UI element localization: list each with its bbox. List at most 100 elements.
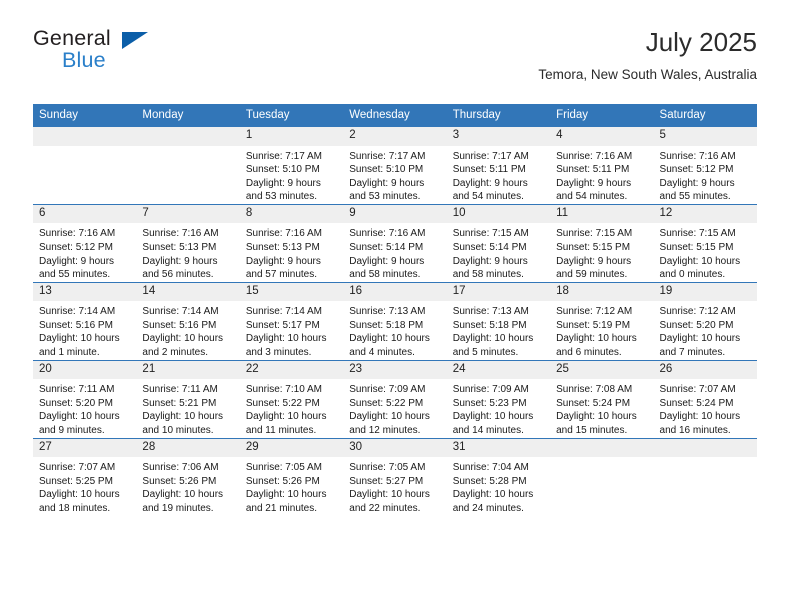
- calendar-day-cell[interactable]: 17 Sunrise: 7:13 AM Sunset: 5:18 PM Dayligh…: [446, 281, 551, 361]
- calendar-day-cell-empty: [33, 126, 137, 205]
- sunrise-text: Sunrise: 7:17 AM: [349, 150, 426, 162]
- day-number: 5: [653, 127, 757, 146]
- day-details: Sunrise: 7:04 AM Sunset: 5:28 PM Daylight:…: [447, 457, 550, 515]
- sunset-text: Sunset: 5:21 PM: [142, 397, 217, 409]
- calendar-day-cell-empty: [653, 437, 757, 516]
- day-details: Sunrise: 7:12 AM Sunset: 5:20 PM Daylight:…: [654, 301, 757, 359]
- daylight-text-line1: Daylight: 10 hours: [39, 489, 120, 501]
- day-details: Sunrise: 7:17 AM Sunset: 5:10 PM Daylight:…: [240, 146, 343, 204]
- daylight-text-line2: and 9 minutes.: [39, 424, 105, 436]
- day-details: Sunrise: 7:11 AM Sunset: 5:20 PM Daylight:…: [33, 379, 136, 437]
- day-details: Sunrise: 7:07 AM Sunset: 5:25 PM Daylight:…: [33, 457, 136, 515]
- calendar-day-cell[interactable]: 13 Sunrise: 7:14 AM Sunset: 5:16 PM Dayligh…: [33, 281, 137, 361]
- calendar-day-cell[interactable]: 25 Sunrise: 7:08 AM Sunset: 5:24 PM Dayligh…: [550, 359, 654, 438]
- calendar-day-cell[interactable]: 27 Sunrise: 7:07 AM Sunset: 5:25 PM Dayligh…: [33, 437, 137, 516]
- page-header: General Blue July 2025 Temora, New South…: [33, 26, 757, 98]
- day-number: 16: [343, 282, 447, 302]
- calendar-day-cell[interactable]: 11 Sunrise: 7:15 AM Sunset: 5:15 PM Dayligh…: [550, 203, 654, 283]
- daylight-text-line2: and 6 minutes.: [556, 347, 622, 359]
- calendar-day-cell[interactable]: 10 Sunrise: 7:15 AM Sunset: 5:14 PM Dayligh…: [446, 203, 551, 283]
- daylight-text-line1: Daylight: 9 hours: [349, 255, 425, 267]
- daylight-text-line2: and 56 minutes.: [142, 269, 214, 281]
- daylight-text-line2: and 1 minute.: [39, 347, 100, 359]
- day-number: 28: [136, 438, 240, 457]
- sunset-text: Sunset: 5:18 PM: [349, 319, 424, 331]
- daylight-text-line1: Daylight: 9 hours: [659, 177, 735, 189]
- daylight-text-line2: and 5 minutes.: [452, 347, 519, 359]
- day-details: Sunrise: 7:16 AM Sunset: 5:11 PM Daylight:…: [550, 146, 653, 204]
- calendar-day-cell[interactable]: 23 Sunrise: 7:09 AM Sunset: 5:22 PM Dayligh…: [343, 359, 447, 438]
- day-number: 1: [239, 127, 344, 146]
- sunrise-text: Sunrise: 7:06 AM: [142, 462, 219, 473]
- daylight-text-line2: and 11 minutes.: [245, 424, 317, 436]
- sunrise-text: Sunrise: 7:14 AM: [142, 306, 219, 318]
- day-number: 15: [239, 282, 344, 302]
- generalblue-logo[interactable]: General Blue: [33, 26, 163, 86]
- daylight-text-line1: Daylight: 10 hours: [245, 333, 327, 345]
- sunrise-text: Sunrise: 7:11 AM: [39, 384, 115, 396]
- calendar-day-cell[interactable]: 26 Sunrise: 7:07 AM Sunset: 5:24 PM Dayligh…: [653, 359, 757, 438]
- calendar-week-row: 20 Sunrise: 7:11 AM Sunset: 5:20 PM Dayligh…: [33, 359, 757, 438]
- sunset-text: Sunset: 5:17 PM: [245, 319, 320, 331]
- day-number: 12: [653, 204, 757, 224]
- sunset-text: Sunset: 5:22 PM: [349, 397, 424, 409]
- calendar-day-cell[interactable]: 20 Sunrise: 7:11 AM Sunset: 5:20 PM Dayligh…: [33, 359, 137, 438]
- calendar-header-row: Sunday Monday Tuesday Wednesday Thursday…: [33, 104, 757, 127]
- calendar-day-cell[interactable]: 2 Sunrise: 7:17 AM Sunset: 5:10 PM Daylight…: [343, 126, 447, 205]
- daylight-text-line1: Daylight: 10 hours: [142, 411, 224, 423]
- calendar-day-cell[interactable]: 1 Sunrise: 7:17 AM Sunset: 5:10 PM Daylight…: [239, 126, 344, 205]
- calendar-day-cell[interactable]: 5 Sunrise: 7:16 AM Sunset: 5:12 PM Daylight…: [653, 126, 757, 205]
- day-number: 6: [33, 204, 137, 224]
- calendar-day-cell[interactable]: 22 Sunrise: 7:10 AM Sunset: 5:22 PM Dayligh…: [239, 359, 344, 438]
- sunset-text: Sunset: 5:15 PM: [659, 241, 734, 253]
- sunset-text: Sunset: 5:28 PM: [452, 475, 527, 487]
- sunset-text: Sunset: 5:16 PM: [39, 319, 113, 331]
- calendar-day-cell[interactable]: 9 Sunrise: 7:16 AM Sunset: 5:14 PM Daylight…: [343, 203, 447, 283]
- calendar-day-cell-empty: [550, 437, 654, 516]
- sunrise-text: Sunrise: 7:13 AM: [452, 306, 529, 318]
- daylight-text-line2: and 19 minutes.: [142, 502, 214, 514]
- daylight-text-line2: and 10 minutes.: [142, 424, 214, 436]
- calendar-day-cell[interactable]: 16 Sunrise: 7:13 AM Sunset: 5:18 PM Dayligh…: [343, 281, 447, 361]
- calendar-day-cell[interactable]: 18 Sunrise: 7:12 AM Sunset: 5:19 PM Dayligh…: [550, 281, 654, 361]
- day-number: 4: [550, 127, 654, 146]
- day-number: 13: [33, 282, 137, 302]
- sunset-text: Sunset: 5:20 PM: [659, 319, 734, 331]
- calendar-day-cell[interactable]: 30 Sunrise: 7:05 AM Sunset: 5:27 PM Dayligh…: [343, 437, 447, 516]
- daylight-text-line1: Daylight: 10 hours: [245, 411, 327, 423]
- daylight-text-line2: and 57 minutes.: [245, 269, 318, 281]
- logo-text-general: General: [33, 26, 111, 50]
- calendar-day-cell[interactable]: 19 Sunrise: 7:12 AM Sunset: 5:20 PM Dayligh…: [653, 281, 757, 361]
- sunrise-text: Sunrise: 7:12 AM: [556, 306, 633, 318]
- calendar-day-cell[interactable]: 28 Sunrise: 7:06 AM Sunset: 5:26 PM Dayligh…: [136, 437, 240, 516]
- day-details: Sunrise: 7:16 AM Sunset: 5:12 PM Daylight:…: [654, 146, 757, 204]
- calendar-day-cell[interactable]: 14 Sunrise: 7:14 AM Sunset: 5:16 PM Dayligh…: [136, 281, 240, 361]
- calendar-day-cell[interactable]: 6 Sunrise: 7:16 AM Sunset: 5:12 PM Daylight…: [33, 203, 137, 283]
- calendar-day-cell[interactable]: 8 Sunrise: 7:16 AM Sunset: 5:13 PM Daylight…: [239, 203, 344, 283]
- daylight-text-line2: and 15 minutes.: [556, 424, 628, 436]
- calendar-day-cell[interactable]: 24 Sunrise: 7:09 AM Sunset: 5:23 PM Dayligh…: [446, 359, 551, 438]
- day-number: [33, 127, 137, 146]
- sunrise-text: Sunrise: 7:09 AM: [452, 384, 529, 396]
- calendar-day-cell[interactable]: 12 Sunrise: 7:15 AM Sunset: 5:15 PM Dayligh…: [653, 203, 757, 283]
- daylight-text-line1: Daylight: 10 hours: [349, 333, 430, 345]
- calendar-day-cell[interactable]: 29 Sunrise: 7:05 AM Sunset: 5:26 PM Dayligh…: [239, 437, 344, 516]
- sunset-text: Sunset: 5:20 PM: [39, 397, 113, 409]
- calendar-day-cell[interactable]: 31 Sunrise: 7:04 AM Sunset: 5:28 PM Dayligh…: [446, 437, 551, 516]
- day-details: Sunrise: 7:16 AM Sunset: 5:13 PM Daylight:…: [136, 223, 239, 281]
- calendar-day-cell[interactable]: 7 Sunrise: 7:16 AM Sunset: 5:13 PM Daylight…: [136, 203, 240, 283]
- calendar-week-row: 27 Sunrise: 7:07 AM Sunset: 5:25 PM Dayligh…: [33, 437, 757, 516]
- calendar-day-cell[interactable]: 4 Sunrise: 7:16 AM Sunset: 5:11 PM Daylight…: [550, 126, 654, 205]
- day-details: Sunrise: 7:10 AM Sunset: 5:22 PM Daylight:…: [240, 379, 343, 437]
- calendar-day-cell[interactable]: 15 Sunrise: 7:14 AM Sunset: 5:17 PM Dayligh…: [239, 281, 344, 361]
- daylight-text-line2: and 2 minutes.: [142, 347, 209, 359]
- daylight-text-line1: Daylight: 9 hours: [245, 255, 321, 267]
- sunset-text: Sunset: 5:13 PM: [142, 241, 217, 253]
- sunset-text: Sunset: 5:26 PM: [142, 475, 217, 487]
- calendar-day-cell[interactable]: 3 Sunrise: 7:17 AM Sunset: 5:11 PM Daylight…: [446, 126, 551, 205]
- daylight-text-line2: and 12 minutes.: [349, 424, 421, 436]
- daylight-text-line1: Daylight: 9 hours: [556, 177, 632, 189]
- day-details: Sunrise: 7:07 AM Sunset: 5:24 PM Daylight:…: [654, 379, 757, 437]
- calendar-day-cell[interactable]: 21 Sunrise: 7:11 AM Sunset: 5:21 PM Dayligh…: [136, 359, 240, 438]
- day-number: 17: [446, 282, 551, 302]
